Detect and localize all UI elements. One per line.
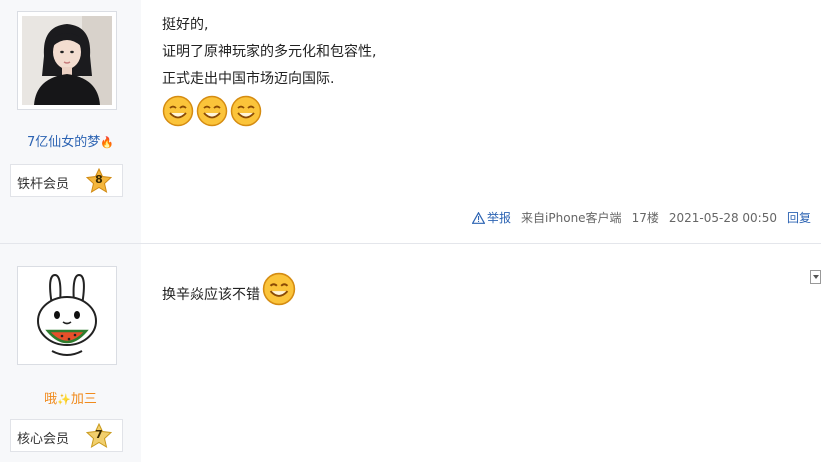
post-menu-dropdown-icon[interactable] <box>810 270 821 284</box>
report-link[interactable]: 举报 <box>472 209 511 226</box>
username-text[interactable]: 7亿仙女的梦 <box>27 135 100 150</box>
floor-number: 17楼 <box>631 211 659 225</box>
level-name: 核心会员 <box>17 432 70 447</box>
emoji-row <box>162 95 376 127</box>
member-level-badge[interactable]: 铁杆会员 8 <box>10 164 123 197</box>
post-time: 2021-05-28 00:50 <box>668 210 777 225</box>
avatar[interactable] <box>17 266 117 365</box>
post-floor-17: 7亿仙女的梦🔥 铁杆会员 8 挺好的, 证明了原神玩家的多元化和包容性, 正式走… <box>0 0 821 244</box>
woman-portrait-photo <box>22 16 112 105</box>
level-name: 铁杆会员 <box>17 177 70 192</box>
post-line: 正式走出中国市场迈向国际. <box>162 71 335 87</box>
user-sidebar: 哦✨加三 核心会员 7 <box>0 244 141 462</box>
level-star-icon: 8 <box>86 168 112 194</box>
sparkle-icon: ✨ <box>57 393 71 406</box>
username[interactable]: 哦✨加三 <box>0 388 141 407</box>
username-suffix[interactable]: 加三 <box>71 392 97 407</box>
smile-emoji-icon <box>262 272 296 306</box>
username[interactable]: 7亿仙女的梦🔥 <box>0 131 141 150</box>
smile-emoji-icon <box>230 95 262 127</box>
post-content: 换辛焱应该不错 <box>162 272 296 306</box>
smile-emoji-icon <box>162 95 194 127</box>
level-number: 7 <box>95 428 103 441</box>
post-source: 来自iPhone客户端 <box>521 211 622 225</box>
warning-icon <box>472 211 486 224</box>
flame-icon: 🔥 <box>100 136 114 149</box>
username-text[interactable]: 哦 <box>44 392 57 407</box>
level-number: 8 <box>95 173 103 186</box>
avatar[interactable] <box>17 11 117 110</box>
user-sidebar: 7亿仙女的梦🔥 铁杆会员 8 <box>0 0 141 244</box>
level-star-icon: 7 <box>86 423 112 449</box>
reply-link[interactable]: 回复 <box>787 209 811 226</box>
post-content: 挺好的, 证明了原神玩家的多元化和包容性, 正式走出中国市场迈向国际. <box>162 12 376 127</box>
post-line: 挺好的, <box>162 17 209 33</box>
smile-emoji-icon <box>196 95 228 127</box>
member-level-badge[interactable]: 核心会员 7 <box>10 419 123 452</box>
post-meta: 举报 来自iPhone客户端 17楼 2021-05-28 00:50 回复 <box>472 209 811 226</box>
post-line: 换辛焱应该不错 <box>162 287 260 303</box>
post-next: 哦✨加三 核心会员 7 换辛焱应该不错 <box>0 244 821 462</box>
rabbit-cartoon-eating-watermelon <box>22 271 112 360</box>
report-label[interactable]: 举报 <box>487 209 511 226</box>
post-line: 证明了原神玩家的多元化和包容性, <box>162 44 377 60</box>
